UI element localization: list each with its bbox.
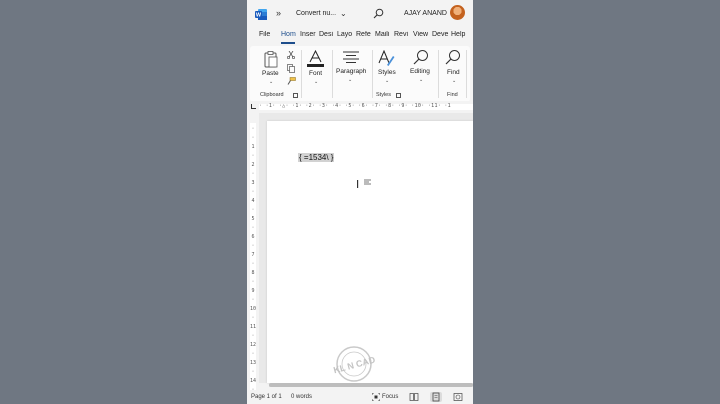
paragraph-label[interactable]: Paragraph (336, 68, 366, 75)
group-separator (438, 50, 439, 98)
paragraph-dropdown-icon[interactable]: ⌄ (348, 77, 352, 83)
tab-references[interactable]: Refe (356, 31, 373, 38)
paste-label[interactable]: Paste (262, 70, 279, 77)
watermark-logo: KL N CAD (332, 346, 377, 382)
word-app-window: W » Convert nu... ⌄ AJAY ANAND File Hom … (247, 0, 473, 404)
chevron-down-icon[interactable]: ⌄ (340, 9, 347, 18)
font-icon[interactable] (307, 50, 324, 67)
clipboard-dialog-launcher-icon[interactable] (293, 93, 298, 98)
tab-file[interactable]: File (259, 31, 273, 38)
tab-home[interactable]: Hom (281, 31, 296, 38)
tab-help[interactable]: Help (451, 31, 471, 38)
paste-icon[interactable] (264, 51, 278, 68)
page-count[interactable]: Page 1 of 1 (251, 394, 282, 400)
group-separator (372, 50, 373, 98)
horizontal-ruler[interactable]: · ·1· ·△· ·1· ·2· ·3· ·4· ·5· ·6· ·7· ·8… (247, 101, 473, 113)
title-bar: W » Convert nu... ⌄ AJAY ANAND (247, 0, 473, 28)
field-code[interactable]: { =1534\ } (298, 153, 335, 162)
tab-selector-icon[interactable] (251, 104, 256, 109)
copy-icon[interactable] (287, 64, 295, 73)
editing-dropdown-icon[interactable]: ⌄ (419, 77, 423, 83)
tab-design[interactable]: Desi (319, 31, 335, 38)
find-dropdown-icon[interactable]: ⌄ (452, 78, 456, 84)
styles-icon[interactable] (378, 50, 395, 67)
font-label[interactable]: Font (309, 70, 322, 77)
find-icon[interactable] (445, 49, 461, 65)
focus-button[interactable]: Focus (382, 394, 398, 400)
paste-dropdown-icon[interactable]: ⌄ (269, 79, 273, 85)
document-canvas: { =1534\ } I KL N CAD (259, 113, 473, 383)
avatar[interactable] (450, 5, 465, 20)
more-commands-button[interactable]: » (276, 8, 281, 18)
document-title[interactable]: Convert nu... (296, 10, 336, 17)
tab-layout[interactable]: Layo (337, 31, 354, 38)
horizontal-scrollbar[interactable] (269, 383, 473, 387)
print-layout-icon[interactable] (430, 392, 442, 402)
find-label[interactable]: Find (447, 69, 460, 76)
vertical-ruler[interactable]: ··1·2·3·4·5·6·7·8·9·10·11·12·13·14·15 (247, 113, 259, 402)
active-tab-indicator (281, 42, 295, 44)
styles-group-label: Styles (376, 92, 391, 98)
styles-label[interactable]: Styles (378, 69, 396, 76)
find-group-label: Find (447, 92, 458, 98)
svg-text:W: W (256, 13, 262, 19)
tab-view[interactable]: View (413, 31, 430, 38)
word-logo-icon[interactable]: W (255, 9, 267, 20)
scrollbar-thumb[interactable] (269, 383, 473, 387)
group-separator (332, 50, 333, 98)
document-page[interactable]: { =1534\ } I KL N CAD (267, 121, 473, 383)
paragraph-mark-icon (364, 179, 371, 185)
tab-insert[interactable]: Inser (300, 31, 317, 38)
clipboard-group-label: Clipboard (260, 92, 284, 98)
paragraph-icon[interactable] (343, 51, 359, 65)
ruler-ticks: · ·1· ·△· ·1· ·2· ·3· ·4· ·5· ·6· ·7· ·8… (259, 103, 451, 109)
group-separator (466, 50, 467, 98)
user-name[interactable]: AJAY ANAND (404, 10, 447, 17)
font-dropdown-icon[interactable]: ⌄ (314, 79, 318, 85)
text-cursor-icon: I (356, 178, 360, 191)
styles-dialog-launcher-icon[interactable] (396, 93, 401, 98)
word-count[interactable]: 0 words (291, 394, 312, 400)
group-separator (301, 50, 302, 98)
tab-mailings[interactable]: Maili (375, 31, 392, 38)
web-layout-icon[interactable] (452, 392, 464, 402)
vruler-ticks: ··1·2·3·4·5·6·7·8·9·10·11·12·13·14·15 (249, 126, 257, 402)
tab-review[interactable]: Revi (394, 31, 410, 38)
search-icon[interactable] (373, 8, 384, 19)
editing-label[interactable]: Editing (410, 68, 430, 75)
format-painter-icon[interactable] (287, 77, 296, 85)
focus-icon[interactable] (372, 393, 380, 401)
styles-dropdown-icon[interactable]: ⌄ (385, 78, 389, 84)
editing-search-icon[interactable] (413, 49, 429, 65)
tab-developer[interactable]: Deve (432, 31, 449, 38)
cut-icon[interactable] (287, 51, 295, 59)
ribbon: Paste ⌄ Clipboard Font ⌄ Paragraph ⌄ Sty… (250, 46, 470, 102)
status-bar: Page 1 of 1 0 words Focus (247, 390, 473, 404)
read-mode-icon[interactable] (408, 392, 420, 402)
